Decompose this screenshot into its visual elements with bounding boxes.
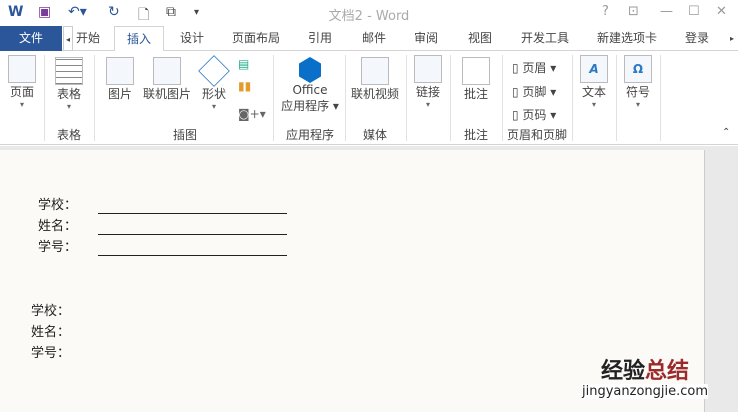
comment-button[interactable]: 批注: [456, 57, 496, 102]
minimize-button[interactable]: —: [660, 4, 673, 19]
shapes-label: 形状: [201, 87, 226, 101]
symbol-label: 符号: [625, 85, 650, 99]
close-button[interactable]: ✕: [716, 4, 727, 19]
link-button[interactable]: 链接 ▾: [412, 55, 444, 109]
tab-insert[interactable]: 插入: [114, 26, 164, 52]
online-video-button[interactable]: 联机视频: [348, 57, 402, 102]
watermark: 经验总结 jingyanzongjie.com: [582, 359, 709, 399]
title-bar: W ▣ ↶▾ ↻ 🗋 ⧉ ▾ 文档2 - Word ? ⊡ — ☐ ✕: [0, 0, 738, 27]
sign-in-link[interactable]: 登录: [680, 26, 714, 51]
name-label-2: 姓名：: [31, 325, 71, 340]
footer-label: 页脚: [522, 85, 547, 99]
picture-icon: [106, 57, 134, 85]
online-video-icon: [361, 57, 389, 85]
tab-layout[interactable]: 页面布局: [226, 26, 286, 51]
ribbon-display-button[interactable]: ⊡: [628, 4, 639, 19]
footer-button[interactable]: ▯ 页脚 ▾: [512, 83, 556, 100]
scroll-right-icon[interactable]: ▸: [726, 26, 738, 51]
tab-developer[interactable]: 开发工具: [514, 26, 576, 51]
tab-file[interactable]: 文件: [0, 26, 62, 51]
school-label-2: 学校：: [31, 304, 71, 319]
id-underline-1: [98, 255, 287, 256]
id-label-2: 学号：: [31, 346, 71, 361]
maximize-button[interactable]: ☐: [688, 4, 700, 19]
tab-review[interactable]: 审阅: [406, 26, 446, 51]
watermark-url: jingyanzongjie.com: [582, 384, 709, 399]
comment-icon: [462, 57, 490, 85]
school-label-1: 学校：: [38, 198, 78, 213]
office-icon: [299, 57, 321, 83]
ribbon-tabs: 文件 ◂ 开始 插入 设计 页面布局 引用 邮件 审阅 视图 开发工具 新建选项…: [0, 26, 738, 52]
pages-button[interactable]: 页面 ▾: [4, 55, 40, 109]
symbol-button[interactable]: Ω 符号 ▾: [622, 55, 654, 109]
office-label: Office: [292, 83, 328, 97]
tab-home[interactable]: 开始: [74, 26, 102, 51]
scroll-left-icon[interactable]: ◂: [63, 26, 73, 51]
online-picture-label: 联机图片: [142, 87, 191, 101]
name-label-1: 姓名：: [38, 219, 78, 234]
link-icon: [414, 55, 442, 83]
id-label-1: 学号：: [38, 240, 78, 255]
collapse-ribbon-icon[interactable]: ⌃: [722, 127, 730, 138]
ribbon: 页面 ▾ 表格 ▾ 表格 图片 联机图片 形状 ▾ ▤ ▮▮ ◙+▾ 插图 Offic…: [0, 51, 738, 145]
office-apps-button[interactable]: Office 应用程序 ▾: [278, 57, 342, 114]
tab-view[interactable]: 视图: [460, 26, 500, 51]
link-label: 链接: [415, 85, 440, 99]
table-icon: [55, 57, 83, 85]
online-picture-button[interactable]: 联机图片: [140, 57, 194, 102]
picture-button[interactable]: 图片: [102, 57, 138, 102]
text-button[interactable]: A 文本 ▾: [578, 55, 610, 109]
watermark-cn-a: 经验: [600, 359, 645, 384]
group-apps: 应用程序: [285, 128, 334, 142]
screenshot-icon[interactable]: ◙+▾: [238, 107, 266, 121]
text-label: 文本: [581, 85, 606, 99]
group-illustrations: 插图: [172, 128, 197, 142]
chart-icon[interactable]: ▮▮: [238, 79, 251, 93]
shapes-icon: [198, 55, 230, 87]
header-label: 页眉: [522, 61, 547, 75]
pages-label: 页面: [9, 85, 34, 99]
header-button[interactable]: ▯ 页眉 ▾: [512, 59, 556, 76]
group-table: 表格: [56, 128, 81, 142]
tab-design[interactable]: 设计: [172, 26, 212, 51]
picture-label: 图片: [107, 87, 132, 101]
smartart-icon[interactable]: ▤: [238, 57, 249, 71]
comment-label: 批注: [463, 87, 488, 101]
tab-mailings[interactable]: 邮件: [354, 26, 394, 51]
text-box-icon: A: [580, 55, 608, 83]
online-video-label: 联机视频: [350, 87, 399, 101]
name-underline-1: [98, 234, 287, 235]
watermark-cn-b: 总结: [645, 359, 690, 384]
online-picture-icon: [153, 57, 181, 85]
group-comments: 批注: [463, 128, 488, 142]
apps-label: 应用程序: [281, 99, 330, 113]
page-number-label: 页码: [522, 108, 547, 122]
table-label: 表格: [56, 87, 81, 101]
school-underline-1: [98, 213, 287, 214]
group-header-footer: 页眉和页脚: [506, 128, 567, 142]
tab-references[interactable]: 引用: [300, 26, 340, 51]
help-button[interactable]: ?: [602, 4, 609, 19]
omega-icon: Ω: [624, 55, 652, 83]
page-number-button[interactable]: ▯ 页码 ▾: [512, 106, 556, 123]
page-icon: [8, 55, 36, 83]
tab-new[interactable]: 新建选项卡: [592, 26, 662, 51]
group-media: 媒体: [362, 128, 387, 142]
shapes-button[interactable]: 形状 ▾: [196, 55, 232, 111]
table-button[interactable]: 表格 ▾: [50, 57, 88, 111]
